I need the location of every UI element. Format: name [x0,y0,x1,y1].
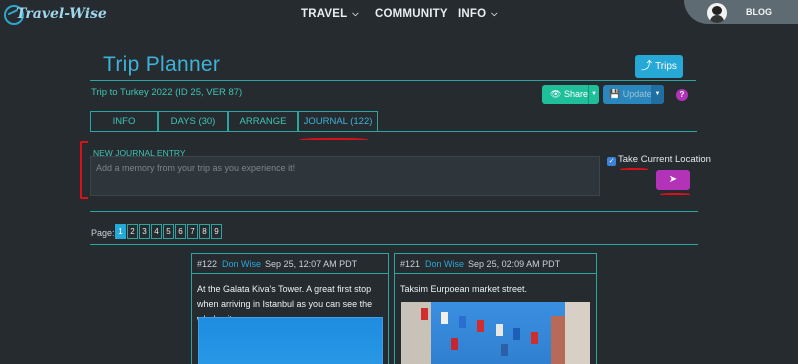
page-button[interactable]: 4 [151,224,162,239]
title-divider [90,80,696,81]
pagination-divider [90,244,698,245]
annotation-underline-journal [300,138,368,142]
journal-post: #122 Don Wise Sep 25, 12:07 AM PDT At the … [191,253,389,364]
photo-building [565,302,590,364]
tab-journal[interactable]: JOURNAL (122) [298,111,378,132]
top-navbar: Travel-Wise TRAVEL ⌵ COMMUNITY INFO ⌵ BLOG [0,0,798,30]
annotation-underline-send [660,193,690,196]
save-icon: 💾 [609,89,621,99]
post-id: #121 [400,259,421,269]
nav-community-label: COMMUNITY [375,8,448,20]
help-button[interactable]: ? [676,89,688,101]
journal-post: #121 Don Wise Sep 25, 02:09 AM PDT Taksim … [394,253,597,364]
photo-flag [441,312,448,324]
post-author-link[interactable]: Don Wise [425,259,464,269]
travel-wise-logo[interactable]: Travel-Wise [4,3,107,29]
take-location-label: Take Current Location [618,154,711,165]
paper-plane-icon: ➤ [668,174,678,185]
page-button[interactable]: 2 [127,224,138,239]
photo-flag [477,320,484,332]
photo-flag [451,338,458,350]
page-button[interactable]: 1 [115,224,126,239]
post-divider [395,273,596,274]
post-header: #122 Don Wise Sep 25, 12:07 AM PDT [197,259,357,269]
eye-icon: 👁 [550,89,562,99]
entry-divider [90,211,698,212]
photo-flag [421,308,428,320]
post-photo[interactable] [198,317,383,364]
tab-arrange[interactable]: ARRANGE [228,111,298,132]
post-header: #121 Don Wise Sep 25, 02:09 AM PDT [400,259,560,269]
logo-text: Travel-Wise [16,6,107,22]
post-author-link[interactable]: Don Wise [222,259,261,269]
photo-flag [501,344,508,356]
post-divider [192,273,388,274]
page-button[interactable]: 8 [199,224,210,239]
update-button-label: Update [622,89,652,99]
nav-travel[interactable]: TRAVEL ⌵ [301,8,359,20]
nav-travel-label: TRAVEL [301,8,348,20]
nav-community[interactable]: COMMUNITY [375,8,448,20]
trips-button[interactable]: ⤴ Trips [635,55,683,78]
page-button[interactable]: 5 [163,224,174,239]
post-id: #122 [197,259,218,269]
page-button[interactable]: 3 [139,224,150,239]
update-dropdown-caret-icon[interactable]: ▼ [651,85,664,104]
post-photo[interactable] [401,302,590,364]
photo-flag [459,316,466,328]
page-title: Trip Planner [103,53,221,76]
share-button[interactable]: 👁 Share ▼ [542,85,599,104]
post-timestamp: Sep 25, 02:09 AM PDT [468,259,561,269]
share-button-label: Share [563,89,588,99]
post-text: Taksim Eurpoean market street. [400,284,528,294]
take-location-checkbox[interactable]: ✓ Take Current Location [607,154,711,166]
tab-days[interactable]: DAYS (30) [158,111,228,132]
page-button[interactable]: 9 [211,224,222,239]
update-button[interactable]: 💾 Update ▼ [603,85,664,104]
photo-flag [496,324,503,336]
share-dropdown-caret-icon[interactable]: ▼ [588,85,599,104]
blog-link[interactable]: BLOG [746,7,772,17]
blog-tab[interactable] [684,0,798,24]
page-button[interactable]: 6 [175,224,186,239]
post-timestamp: Sep 25, 12:07 AM PDT [265,259,358,269]
photo-flag [513,328,520,340]
trip-subtitle: Trip to Turkey 2022 (ID 25, VER 87) [91,87,243,98]
chevron-down-icon: ⌵ [491,9,498,18]
tabs-divider [90,131,697,132]
nav-info[interactable]: INFO ⌵ [458,8,498,20]
page-button[interactable]: 7 [187,224,198,239]
send-entry-button[interactable]: ➤ [656,170,690,190]
annotation-bracket [80,141,88,199]
chevron-down-icon: ⌵ [352,9,359,18]
annotation-underline-location [620,168,648,171]
tab-info[interactable]: INFO [90,111,158,132]
checkbox-checked-icon[interactable]: ✓ [607,157,616,166]
nav-info-label: INFO [458,8,487,20]
journal-entry-input[interactable]: Add a memory from your trip as you exper… [90,156,600,196]
trips-button-label: Trips [655,61,677,72]
photo-flag [531,332,538,344]
journal-entry-placeholder: Add a memory from your trip as you exper… [96,163,296,173]
pagination-label: Page: [91,228,115,238]
avatar[interactable] [707,3,727,23]
turn-up-arrow-icon: ⤴ [641,60,653,72]
